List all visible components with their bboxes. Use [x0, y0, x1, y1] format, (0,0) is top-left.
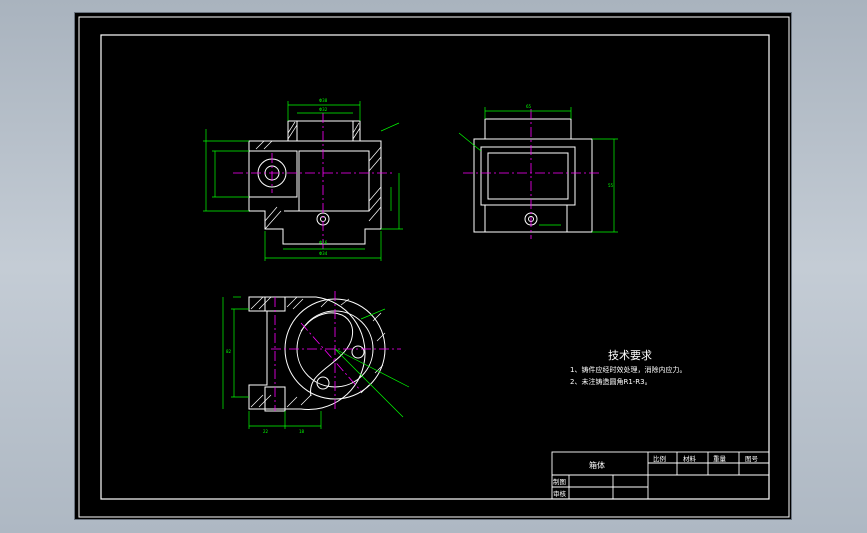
svg-text:65: 65 — [526, 104, 532, 109]
inner-frame — [100, 34, 770, 500]
outer-frame — [78, 16, 790, 518]
front-view: Φ38 Φ32 Φ34 Φ16 — [203, 98, 403, 261]
top-view: 82 22 18 — [222, 291, 410, 434]
svg-text:18: 18 — [299, 429, 305, 434]
tech-req-heading: 技术要求 — [608, 349, 652, 362]
engineering-drawing: Φ38 Φ32 Φ34 Φ16 65 55 8222 18 技术要求 1、铸件应经时效… — [78, 16, 790, 518]
svg-text:55: 55 — [608, 183, 614, 188]
side-view: 65 55 — [458, 104, 618, 239]
svg-text:Φ38: Φ38 — [319, 98, 328, 103]
svg-text:Φ34: Φ34 — [319, 251, 328, 256]
header-scale: 比例 — [653, 454, 666, 463]
checked-by-label: 审核 — [553, 489, 567, 498]
svg-text:Φ32: Φ32 — [319, 107, 328, 112]
cad-viewport[interactable]: Φ38 Φ32 Φ34 Φ16 65 55 82 22 18 技术要求 1、铸件… — [74, 12, 792, 520]
header-material: 材料 — [683, 454, 697, 463]
header-weight: 重量 — [713, 455, 727, 463]
header-drawing-no: 图号 — [745, 455, 759, 463]
title-block-text: 箱体 比例 材料 重量 图号 制图 审核 — [553, 454, 759, 498]
svg-text:Φ16: Φ16 — [319, 240, 328, 245]
tech-req-item: 1、铸件应经时效处理，消除内应力。 — [570, 365, 686, 374]
part-name: 箱体 — [589, 460, 605, 470]
drawn-by-label: 制图 — [553, 477, 566, 486]
svg-text:82: 82 — [226, 349, 232, 354]
technical-requirements: 技术要求 1、铸件应经时效处理，消除内应力。 2、未注铸造圆角R1-R3。 — [570, 349, 686, 386]
tech-req-item: 2、未注铸造圆角R1-R3。 — [570, 377, 652, 386]
svg-text:22: 22 — [263, 429, 269, 434]
